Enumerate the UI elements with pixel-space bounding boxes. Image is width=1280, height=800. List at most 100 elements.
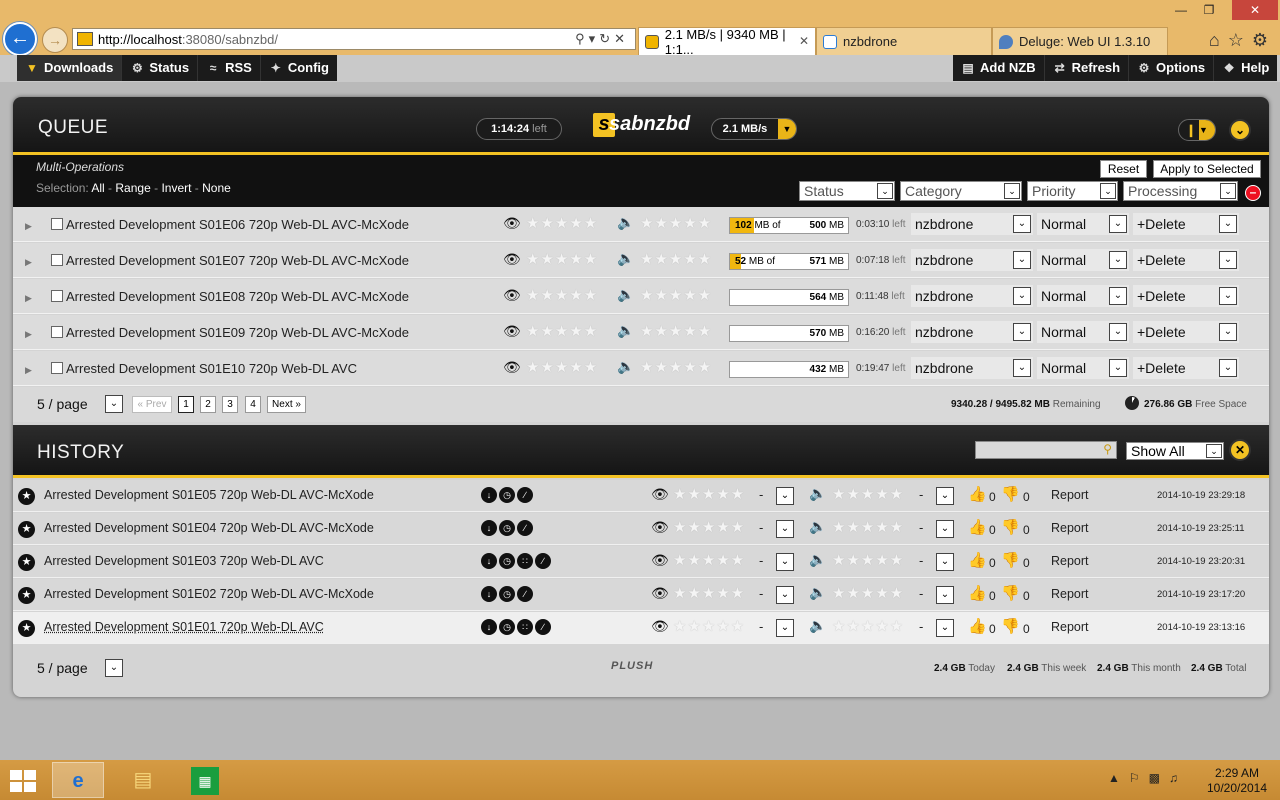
thumbs-down-icon[interactable]: 👎 [1001,518,1020,536]
minimize-icon[interactable]: — [1168,0,1194,20]
priority-select[interactable]: Normal ⌄ [1037,285,1129,307]
clear-history-icon[interactable]: ✕ [1229,439,1251,461]
processing-select[interactable]: +Delete ⌄ [1133,321,1239,343]
thumbs-up-icon[interactable]: 👍 [968,551,987,569]
queue-item-name[interactable]: Arrested Development S01E09 720p Web-DL … [66,325,409,340]
select-range-link[interactable]: Range [115,181,150,195]
home-icon[interactable]: ⌂ [1209,30,1228,50]
page-button-2[interactable]: 2 [200,396,216,413]
settings-icon[interactable]: ⚙ [1252,30,1276,50]
queue-row[interactable]: ▶ Arrested Development S01E10 720p Web-DL… [13,351,1269,386]
close-tab-icon[interactable]: ✕ [799,34,809,48]
audio-rating-stars[interactable]: ★★★★★ [832,551,904,569]
audio-rating-select-chevron-icon[interactable]: ⌄ [936,553,954,571]
priority-select[interactable]: Normal ⌄ [1037,321,1129,343]
category-filter-select[interactable]: Category ⌄ [900,181,1022,201]
video-rating-stars[interactable]: ★★★★★ [673,485,745,503]
history-row[interactable]: ★ Arrested Development S01E05 720p Web-DL… [13,480,1269,512]
processing-select[interactable]: +Delete ⌄ [1133,249,1239,271]
prev-page-button[interactable]: « Prev [132,396,172,413]
report-link[interactable]: Report [1051,620,1089,634]
reset-button[interactable]: Reset [1100,160,1147,178]
processing-filter-select[interactable]: Processing ⌄ [1123,181,1238,201]
history-row[interactable]: ★ Arrested Development S01E04 720p Web-DL… [13,513,1269,545]
row-checkbox[interactable] [51,326,63,338]
nav-add-nzb[interactable]: ▤ Add NZB [953,55,1045,81]
select-invert-link[interactable]: Invert [161,181,191,195]
favorites-icon[interactable]: ☆ [1228,30,1252,50]
history-item-name[interactable]: Arrested Development S01E02 720p Web-DL … [44,587,374,601]
star-icon[interactable]: ★ [18,521,35,538]
star-icon[interactable]: ★ [18,587,35,604]
thumbs-up-icon[interactable]: 👍 [968,518,987,536]
nav-help[interactable]: ❖ Help [1214,55,1277,81]
thumbs-up-icon[interactable]: 👍 [968,485,987,503]
report-link[interactable]: Report [1051,521,1089,535]
queue-row[interactable]: ▶ Arrested Development S01E06 720p Web-DL… [13,207,1269,242]
status-filter-select[interactable]: Status ⌄ [799,181,895,201]
star-icon[interactable]: ★ [18,554,35,571]
tab-sabnzbd[interactable]: 2.1 MB/s | 9340 MB | 1:1... ✕ [638,27,816,57]
pause-queue-button[interactable]: ❙❙ ▼ [1178,119,1216,141]
queue-item-name[interactable]: Arrested Development S01E08 720p Web-DL … [66,289,409,304]
nav-rss[interactable]: ≈ RSS [198,55,261,81]
priority-select[interactable]: Normal ⌄ [1037,213,1129,235]
audio-rating-select-chevron-icon[interactable]: ⌄ [936,586,954,604]
expand-triangle-icon[interactable]: ▶ [25,365,32,376]
start-icon[interactable] [10,770,36,792]
row-checkbox[interactable] [51,254,63,266]
queue-item-name[interactable]: Arrested Development S01E10 720p Web-DL … [66,361,357,376]
video-rating-stars[interactable]: ★★★★★ [673,518,745,536]
report-link[interactable]: Report [1051,587,1089,601]
ie-taskbar-icon[interactable]: e [52,762,104,798]
category-select[interactable]: nzbdrone ⌄ [911,213,1033,235]
back-button[interactable]: ← [3,22,37,56]
star-icon[interactable]: ★ [18,488,35,505]
page-button-4[interactable]: 4 [245,396,261,413]
audio-rating-stars[interactable]: ★★★★★ [832,485,904,503]
processing-select[interactable]: +Delete ⌄ [1133,357,1239,379]
video-rating-stars[interactable]: ★★★★★ [673,584,745,602]
tab-deluge[interactable]: Deluge: Web UI 1.3.10 [992,27,1168,55]
row-checkbox[interactable] [51,290,63,302]
row-checkbox[interactable] [51,218,63,230]
category-select[interactable]: nzbdrone ⌄ [911,357,1033,379]
queue-row[interactable]: ▶ Arrested Development S01E07 720p Web-DL… [13,243,1269,278]
chevron-down-icon[interactable]: ▼ [778,119,796,139]
video-rating-select-chevron-icon[interactable]: ⌄ [776,586,794,604]
star-icon[interactable]: ★ [18,620,35,637]
category-select[interactable]: nzbdrone ⌄ [911,321,1033,343]
address-bar[interactable]: http://localhost:38080/sabnzbd/ ⚲▾↻✕ [72,28,636,50]
video-rating-select-chevron-icon[interactable]: ⌄ [776,619,794,637]
history-item-name[interactable]: Arrested Development S01E05 720p Web-DL … [44,488,374,502]
audio-rating-stars[interactable]: ★★★★★ [832,584,904,602]
expand-triangle-icon[interactable]: ▶ [25,329,32,340]
history-per-page-select[interactable]: 5 / page ⌄ [33,658,123,678]
page-button-1[interactable]: 1 [178,396,194,413]
clock[interactable]: 2:29 AM 10/20/2014 [1204,766,1270,796]
video-rating-select-chevron-icon[interactable]: ⌄ [776,520,794,538]
apply-selected-button[interactable]: Apply to Selected [1153,160,1261,178]
queue-row[interactable]: ▶ Arrested Development S01E08 720p Web-DL… [13,279,1269,314]
thumbs-down-icon[interactable]: 👎 [1001,485,1020,503]
page-button-3[interactable]: 3 [222,396,238,413]
queue-row[interactable]: ▶ Arrested Development S01E09 720p Web-DL… [13,315,1269,350]
forward-button[interactable]: → [42,27,68,53]
expand-triangle-icon[interactable]: ▶ [25,221,32,232]
thumbs-down-icon[interactable]: 👎 [1001,584,1020,602]
tab-nzbdrone[interactable]: nzbdrone [816,27,992,55]
category-select[interactable]: nzbdrone ⌄ [911,285,1033,307]
queue-item-name[interactable]: Arrested Development S01E07 720p Web-DL … [66,253,409,268]
history-item-name[interactable]: Arrested Development S01E03 720p Web-DL … [44,554,324,568]
queue-menu-chevron-icon[interactable]: ⌄ [1229,119,1251,141]
audio-rating-select-chevron-icon[interactable]: ⌄ [936,487,954,505]
thumbs-down-icon[interactable]: 👎 [1001,617,1020,635]
thumbs-up-icon[interactable]: 👍 [968,584,987,602]
history-row[interactable]: ★ Arrested Development S01E02 720p Web-DL… [13,579,1269,611]
browser-toolbar-icons[interactable]: ⌂☆⚙ [1209,30,1276,51]
nav-status[interactable]: ⚙ Status [122,55,199,81]
priority-select[interactable]: Normal ⌄ [1037,357,1129,379]
chevron-down-icon[interactable]: ▼ [1199,120,1215,140]
priority-filter-select[interactable]: Priority ⌄ [1027,181,1118,201]
nav-config[interactable]: ✦ Config [261,55,337,81]
